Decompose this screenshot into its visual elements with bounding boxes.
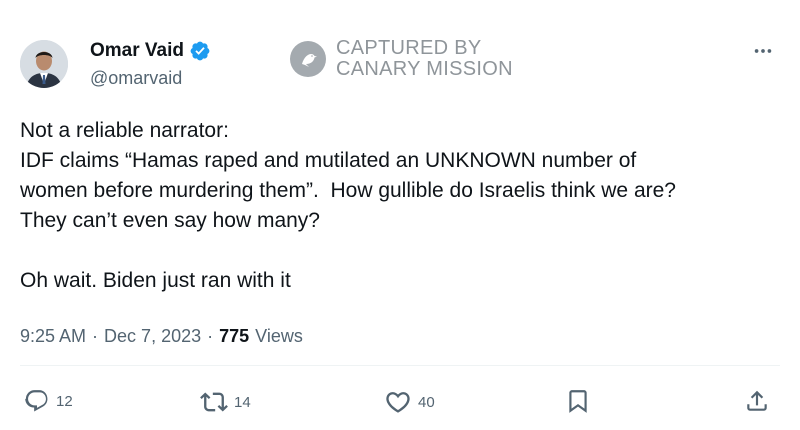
tweet-text: Not a reliable narrator: IDF claims “Ham… [20, 116, 780, 296]
meta-separator: · [92, 326, 99, 346]
reply-count: 12 [56, 392, 73, 410]
tweet-line: IDF claims “Hamas raped and mutilated an… [20, 149, 637, 172]
tweet-line: They can’t even say how many? [20, 209, 320, 232]
share-button[interactable] [744, 388, 770, 414]
profile-photo-icon [20, 40, 68, 88]
avatar[interactable] [20, 40, 68, 88]
bookmark-button[interactable] [565, 388, 591, 414]
tweet-line: Not a reliable narrator: [20, 119, 229, 142]
divider [20, 365, 780, 366]
share-icon [747, 390, 767, 411]
tweet-line: Oh wait. Biden just ran with it [20, 269, 291, 292]
tweet-date[interactable]: Dec 7, 2023 [104, 326, 201, 347]
tweet-time[interactable]: 9:25 AM [20, 326, 86, 347]
meta-separator: · [207, 326, 214, 346]
repost-count: 14 [234, 393, 251, 411]
views-label: Views [255, 326, 303, 346]
tweet-meta: 9:25 AM · Dec 7, 2023 · 775 Views [20, 326, 303, 347]
watermark-line1: CAPTURED BY [336, 37, 482, 59]
repost-icon [200, 392, 228, 412]
like-count: 40 [418, 393, 435, 411]
views-count: 775 [219, 326, 250, 346]
author-name[interactable]: Omar Vaid [90, 40, 211, 62]
author-display-name[interactable]: Omar Vaid [90, 40, 184, 62]
like-button[interactable]: 40 [384, 388, 435, 416]
reply-button[interactable]: 12 [24, 388, 73, 414]
reply-icon [25, 390, 48, 412]
heart-icon [386, 392, 410, 413]
bookmark-icon [569, 390, 587, 413]
watermark-text: CAPTURED BY CANARY MISSION [336, 38, 513, 80]
author-handle[interactable]: @omarvaid [90, 68, 182, 89]
tweet-actions: 12 14 40 [0, 388, 800, 424]
watermark-line2: CANARY MISSION [336, 58, 513, 80]
canary-mission-watermark: CAPTURED BY CANARY MISSION [290, 38, 513, 80]
repost-button[interactable]: 14 [200, 388, 251, 416]
tweet-line: women before murdering them”. How gullib… [20, 179, 676, 202]
more-options-icon[interactable] [752, 40, 774, 62]
canary-bird-icon [290, 41, 326, 77]
verified-badge-icon [190, 41, 210, 61]
